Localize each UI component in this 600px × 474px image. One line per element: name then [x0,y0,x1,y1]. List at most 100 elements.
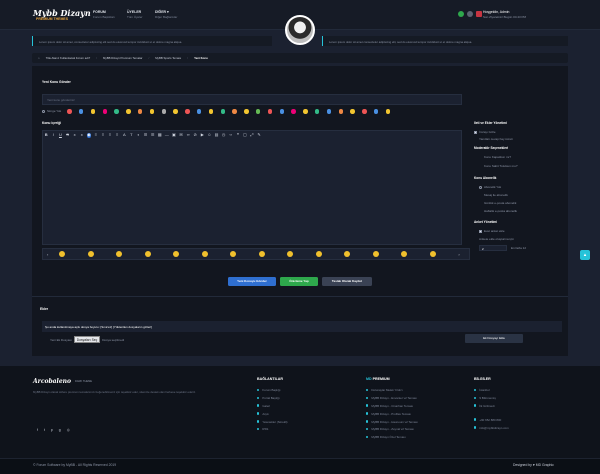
message-editor[interactable] [42,130,462,245]
align-left-icon[interactable]: ≡ [94,132,99,138]
footer-link[interactable]: RSS [257,427,288,431]
smiley[interactable] [59,251,66,257]
footer-premium-link[interactable]: MyBB Dizayn - Envanter v2 Teması [366,396,418,400]
date-icon[interactable]: ▤ [214,132,219,138]
footer-link[interactable]: Portal Başlığı [257,396,288,400]
post-icon[interactable] [208,109,214,114]
smiley[interactable] [344,251,351,257]
video-icon[interactable]: ▶ [200,132,205,138]
subscript-icon[interactable]: x [72,132,77,138]
post-icon[interactable] [126,109,131,114]
post-icon[interactable] [338,109,344,114]
post-icon[interactable] [314,109,320,114]
footer-premium-link[interactable]: MyBB Dizayn Özel Teması [366,435,418,439]
footer-link[interactable]: Arşiv [257,412,288,416]
php-icon[interactable]: ▢ [243,132,248,138]
quote-icon[interactable]: ❝ [236,132,241,138]
footer-premium-link[interactable]: MyBB Dizayn - Cinarhan Teması [366,404,418,408]
post-icon[interactable] [220,109,226,114]
smiley[interactable] [315,251,322,257]
italic-icon[interactable]: I [51,132,56,138]
image-icon[interactable]: ▣ [172,132,177,138]
hr-icon[interactable]: — [165,132,170,138]
user-greeting[interactable]: Hoşgeldin, Admin [483,10,509,14]
ordered-list-icon[interactable]: ☰ [150,132,155,138]
smiley[interactable] [372,251,379,257]
save-draft-button[interactable]: Taslak Olarak Kaydet [322,277,372,286]
post-icon[interactable] [114,109,119,114]
add-attachment-button[interactable]: Ek Dosyayı Ekle [465,334,523,343]
scroll-left-icon[interactable]: ‹ [47,252,48,257]
font-size-icon[interactable]: T [129,132,134,138]
font-icon[interactable]: A [122,132,127,138]
sub-radio[interactable] [479,185,482,189]
post-icon[interactable] [185,109,190,114]
post-icon[interactable] [161,109,167,114]
time-icon[interactable]: ◷ [221,132,226,138]
instagram-icon[interactable]: ◎ [67,428,70,432]
info-phone[interactable]: +90 652 880 800 [474,418,509,422]
scroll-right-icon[interactable]: › [458,252,459,257]
post-icon[interactable] [373,109,379,114]
signature-checkbox[interactable] [474,130,477,134]
scroll-top-button[interactable]: ▴ [580,250,590,260]
post-icon[interactable] [102,109,108,114]
facebook-icon[interactable]: f [37,428,38,432]
submit-thread-button[interactable]: Yeni Konuyu Gönder [228,277,276,286]
table-icon[interactable]: ▦ [158,132,163,138]
source-icon[interactable]: ✎ [257,132,262,138]
post-icon[interactable] [385,109,391,114]
designed-by[interactable]: Designed by ♥ MD Graphic [513,463,554,467]
post-icon[interactable] [255,109,261,114]
justify-icon[interactable]: ≡ [115,132,120,138]
post-icon[interactable] [173,109,178,114]
moderation-close[interactable]: Konu Kapatılsın mı? [474,155,566,159]
sub-option-none[interactable]: Abonelik Yok [474,185,566,189]
twitter-icon[interactable]: t [44,428,45,432]
post-icon[interactable] [67,109,72,114]
post-icon[interactable] [350,109,355,114]
poll-count-input[interactable]: 2 [479,245,507,251]
option-signature[interactable]: İmzayı Gizle [474,130,566,134]
emoticon-icon[interactable]: ☺ [207,132,212,138]
link-icon[interactable]: ∞ [186,132,191,138]
info-email[interactable]: info@mybbdizayn.com [474,426,509,430]
breadcrumb-item-2[interactable]: MyBB Dizayn Premium Temalar [103,56,142,60]
post-icon[interactable] [137,109,143,114]
smiley[interactable] [258,251,265,257]
smiley[interactable] [173,251,180,257]
post-icon[interactable] [267,109,273,114]
footer-link[interactable]: Forum Başlığı [257,388,288,392]
pinterest-icon[interactable]: p [51,428,53,432]
post-icon[interactable] [232,109,237,114]
sub-option-instant[interactable]: Mesaj ile abonelik [474,193,566,197]
post-icon[interactable] [326,109,332,114]
post-icon[interactable] [303,109,308,114]
nav-members[interactable]: ÜYELER Tüm Üyeler [127,10,143,19]
breadcrumb-item-1[interactable]: Title Alanız Kullanılacak Forum adı? [46,56,91,60]
align-center-icon[interactable]: ≡ [101,132,106,138]
source-mode-icon[interactable]: ◉ [86,132,92,138]
footer-logo[interactable]: Arcobaleno [33,378,71,385]
poll-checkbox[interactable] [479,229,482,233]
smiley[interactable] [144,251,151,257]
no-icon-radio[interactable] [42,109,45,113]
preview-button[interactable]: Önizleme Yap [280,277,318,286]
breadcrumb-item-3[interactable]: MyBB Sports Teması [155,56,181,60]
footer-link[interactable]: Yetenekler (Sürekli) [257,420,288,424]
googleplus-icon[interactable]: g [59,428,61,432]
underline-icon[interactable]: U [58,132,63,138]
bold-icon[interactable]: B [44,132,49,138]
footer-premium-link[interactable]: MyBB Dizayn - Haunoum v2 Teması [366,420,418,424]
home-icon[interactable]: ⌂ [38,56,40,60]
post-icon[interactable] [291,109,296,114]
smiley[interactable] [401,251,408,257]
post-icon[interactable] [244,109,249,114]
email-icon[interactable]: ✉ [179,132,184,138]
smiley[interactable] [87,251,94,257]
post-icon[interactable] [362,109,367,114]
footer-premium-link[interactable]: Dolunaylar Melek Yıldızı [366,388,418,392]
color-icon[interactable]: ◐ [136,132,141,138]
post-icon[interactable] [279,109,285,114]
list-icon[interactable]: ☰ [143,132,148,138]
